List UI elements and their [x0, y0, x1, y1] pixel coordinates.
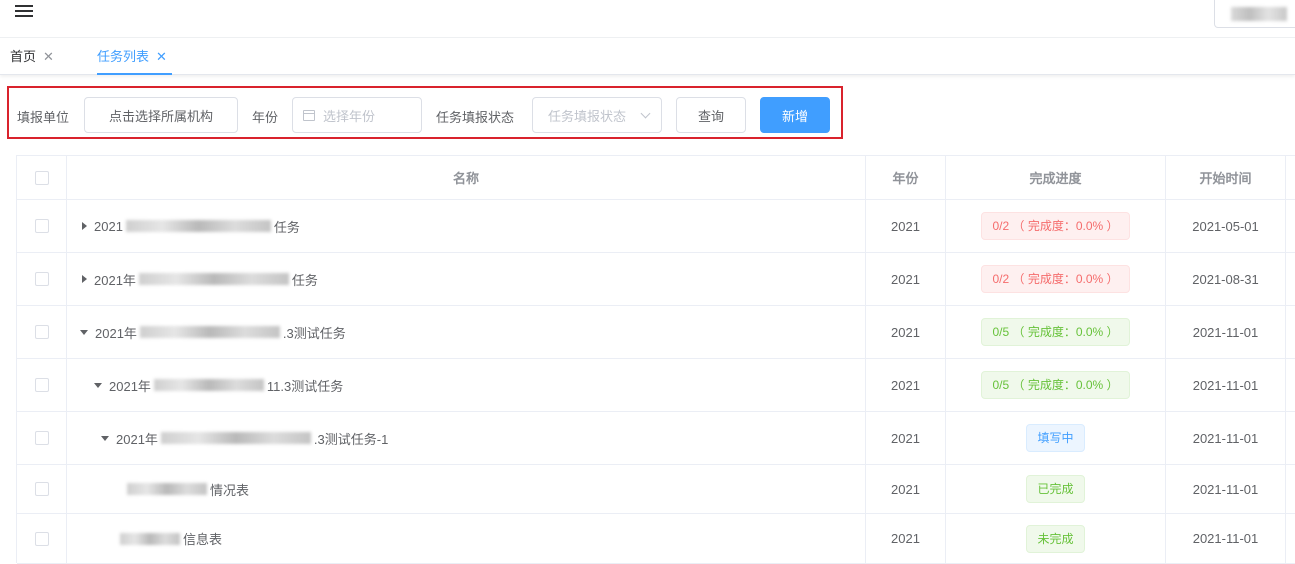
- row-checkbox[interactable]: [34, 219, 49, 233]
- table-row[interactable]: 2021年 .3测试任务 2021 0/5 （ 完成度：0.0% ） 2021-1…: [17, 306, 1295, 359]
- menu-icon[interactable]: [15, 5, 33, 21]
- table-row[interactable]: 2021 任务 2021 0/2 （ 完成度：0.0% ） 2021-05-01: [17, 200, 1295, 253]
- start-cell: 2021-08-31: [1166, 253, 1286, 305]
- tab-bar: 首页 ✕ 任务列表 ✕: [0, 38, 1295, 75]
- header-year: 年份: [866, 156, 946, 199]
- status-tag: 已完成: [1026, 475, 1085, 503]
- start-cell: 2021-11-01: [1166, 359, 1286, 411]
- caret-right-icon[interactable]: [82, 275, 87, 283]
- task-name: 2021年 11.3测试任务: [109, 378, 344, 394]
- table-row[interactable]: 2021年 .3测试任务-1 2021 填写中 2021-11-01: [17, 412, 1295, 465]
- row-checkbox[interactable]: [34, 272, 49, 286]
- top-bar: [0, 0, 1295, 38]
- close-icon[interactable]: ✕: [43, 49, 54, 64]
- close-icon[interactable]: ✕: [156, 49, 167, 64]
- add-button[interactable]: 新增: [760, 97, 830, 133]
- table-row[interactable]: 信息表 2021 未完成 2021-11-01: [17, 514, 1295, 564]
- year-cell: 2021: [866, 465, 946, 513]
- progress-tag: 0/2 （ 完成度：0.0% ）: [981, 265, 1130, 293]
- table-row[interactable]: 2021年 11.3测试任务 2021 0/5 （ 完成度：0.0% ） 2021…: [17, 359, 1295, 412]
- select-all-checkbox[interactable]: [34, 170, 49, 185]
- row-checkbox[interactable]: [34, 378, 49, 392]
- task-name: 信息表: [117, 529, 222, 548]
- start-cell: 2021-05-01: [1166, 200, 1286, 252]
- status-tag: 填写中: [1026, 424, 1085, 452]
- year-cell: 2021: [866, 359, 946, 411]
- progress-tag: 0/2 （ 完成度：0.0% ）: [981, 212, 1130, 240]
- tab-label: 任务列表: [97, 49, 150, 64]
- tab-home[interactable]: 首页 ✕: [10, 38, 54, 75]
- row-checkbox[interactable]: [34, 531, 49, 546]
- row-checkbox[interactable]: [34, 325, 49, 339]
- unit-label: 填报单位: [17, 110, 70, 125]
- year-placeholder: 选择年份: [323, 108, 376, 124]
- table-header: 名称 年份 完成进度 开始时间: [17, 156, 1295, 200]
- select-org-button[interactable]: 点击选择所属机构: [84, 97, 238, 133]
- year-cell: 2021: [866, 412, 946, 464]
- task-name: 情况表: [124, 480, 249, 499]
- year-cell: 2021: [866, 306, 946, 358]
- status-placeholder: 任务填报状态: [548, 108, 627, 124]
- status-label: 任务填报状态: [436, 110, 515, 125]
- row-checkbox[interactable]: [34, 431, 49, 445]
- row-checkbox[interactable]: [34, 482, 49, 496]
- tab-label: 首页: [10, 49, 37, 64]
- year-cell: 2021: [866, 200, 946, 252]
- year-picker[interactable]: 选择年份: [292, 97, 422, 133]
- task-name: 2021年 .3测试任务-1: [116, 431, 389, 447]
- progress-tag: 0/5 （ 完成度：0.0% ）: [981, 318, 1130, 346]
- caret-right-icon[interactable]: [82, 222, 87, 230]
- start-cell: 2021-11-01: [1166, 465, 1286, 513]
- tab-task-list[interactable]: 任务列表 ✕: [97, 38, 172, 75]
- chevron-down-icon: [640, 108, 651, 119]
- progress-tag: 0/5 （ 完成度：0.0% ）: [981, 371, 1130, 399]
- caret-down-icon[interactable]: [101, 435, 109, 441]
- year-cell: 2021: [866, 253, 946, 305]
- task-table: 名称 年份 完成进度 开始时间 2021 任务 2021 0/2 （ 完成度：0.…: [16, 155, 1295, 564]
- table-row[interactable]: 2021年 任务 2021 0/2 （ 完成度：0.0% ） 2021-08-31: [17, 253, 1295, 306]
- caret-down-icon[interactable]: [94, 382, 102, 388]
- caret-down-icon[interactable]: [80, 329, 88, 335]
- user-name-redacted: [1231, 7, 1287, 21]
- table-row[interactable]: 情况表 2021 已完成 2021-11-01: [17, 465, 1295, 514]
- user-menu[interactable]: [1214, 0, 1295, 28]
- status-tag: 未完成: [1026, 524, 1085, 553]
- start-cell: 2021-11-01: [1166, 412, 1286, 464]
- start-cell: 2021-11-01: [1166, 514, 1286, 563]
- task-name: 2021 任务: [94, 218, 300, 235]
- year-label: 年份: [252, 110, 279, 125]
- calendar-icon: [303, 109, 315, 121]
- header-start: 开始时间: [1166, 156, 1286, 199]
- start-cell: 2021-11-01: [1166, 306, 1286, 358]
- year-cell: 2021: [866, 514, 946, 563]
- query-button[interactable]: 查询: [676, 97, 746, 133]
- task-name: 2021年 .3测试任务: [95, 325, 346, 341]
- status-select[interactable]: 任务填报状态: [532, 97, 662, 133]
- task-name: 2021年 任务: [94, 272, 318, 288]
- header-progress: 完成进度: [946, 156, 1166, 199]
- header-name: 名称: [67, 156, 866, 199]
